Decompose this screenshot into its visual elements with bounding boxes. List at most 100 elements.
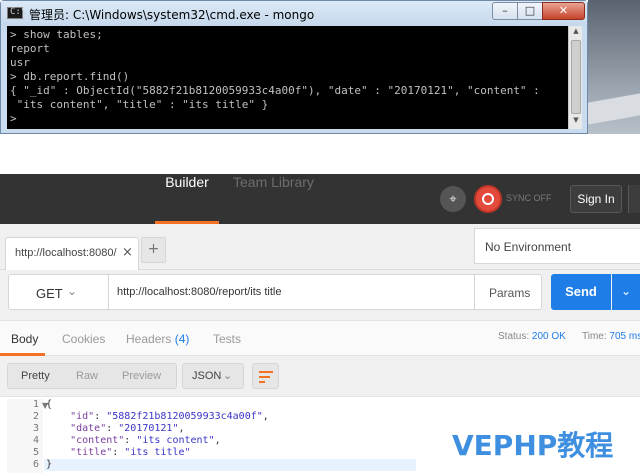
- sign-in-button[interactable]: Sign In: [570, 185, 622, 213]
- cmd-icon: C:\: [7, 7, 27, 19]
- close-tab-icon[interactable]: ×: [122, 245, 133, 260]
- scroll-up-icon[interactable]: ▲: [571, 27, 581, 39]
- tab-headers-label: Headers: [126, 332, 172, 346]
- environment-select[interactable]: No Environment: [474, 228, 640, 264]
- status-label: Status:: [498, 331, 530, 342]
- tab-tests[interactable]: Tests: [213, 332, 241, 346]
- view-pretty[interactable]: Pretty: [21, 370, 50, 382]
- json-key: "date": [70, 423, 107, 434]
- environment-value: No Environment: [485, 240, 572, 254]
- scroll-thumb[interactable]: [571, 40, 581, 114]
- code-line: }: [46, 459, 52, 471]
- scroll-down-icon[interactable]: ▼: [571, 116, 581, 128]
- cmd-title: 管理员: C:\Windows\system32\cmd.exe - mongo: [29, 8, 315, 22]
- console-scrollbar[interactable]: ▲ ▼: [568, 26, 582, 129]
- json-key: "content": [70, 435, 125, 446]
- sync-status: SYNC OFF: [506, 193, 552, 203]
- code-line: {: [46, 399, 52, 411]
- minimize-button[interactable]: –: [492, 2, 518, 20]
- watermark-logo: VEPHP教程: [452, 429, 614, 462]
- tab-headers[interactable]: Headers (4): [126, 332, 189, 346]
- active-line-highlight: [44, 459, 416, 471]
- console-line: > db.report.find(): [10, 70, 130, 83]
- console-output[interactable]: > show tables; report usr > db.report.fi…: [7, 26, 582, 129]
- view-raw[interactable]: Raw: [76, 370, 98, 382]
- line-number: 2: [32, 411, 39, 422]
- json-value: "its content": [136, 435, 215, 446]
- json-value: "its title": [124, 447, 191, 458]
- format-value: JSON: [192, 370, 222, 382]
- code-punct: }: [46, 459, 53, 470]
- headers-count: (4): [174, 332, 190, 346]
- line-number: 3: [32, 423, 39, 434]
- cmd-titlebar[interactable]: C:\ 管理员: C:\Windows\system32\cmd.exe - m…: [1, 1, 587, 26]
- code-punct: :: [106, 423, 119, 434]
- console-line: report: [10, 42, 50, 55]
- url-input[interactable]: http://localhost:8080/report/its title: [108, 274, 475, 310]
- wrap-line-bar: [259, 376, 270, 378]
- maximize-button[interactable]: □: [517, 2, 543, 20]
- json-key: "id": [70, 411, 95, 422]
- method-value: GET: [36, 286, 63, 301]
- chevron-down-icon: ⌄: [223, 369, 233, 382]
- request-tabs-bar: http://localhost:8080/ × + No Environmen…: [0, 224, 640, 270]
- line-number: 6: [32, 459, 39, 470]
- code-punct: :: [112, 447, 125, 458]
- wrap-line-bar: [259, 381, 265, 383]
- cmd-window[interactable]: C:\ 管理员: C:\Windows\system32\cmd.exe - m…: [0, 0, 588, 134]
- line-number: 5: [32, 447, 39, 458]
- chevron-down-icon: ⌄: [67, 284, 78, 298]
- request-tab-label: http://localhost:8080/: [15, 247, 117, 259]
- code-punct: ,: [178, 423, 185, 434]
- params-label: Params: [489, 286, 531, 300]
- cmd-icon-glyph: C:\: [10, 7, 27, 17]
- line-number: 4: [32, 435, 39, 446]
- time-value: 705 ms: [609, 331, 640, 342]
- tab-builder[interactable]: Builder: [155, 174, 219, 224]
- format-select[interactable]: JSON ⌄: [182, 363, 244, 389]
- satellite-icon[interactable]: ⌖: [440, 186, 466, 212]
- line-gutter: 1 2 3 4 5 6 ▼: [7, 399, 48, 473]
- code-line: "id": "5882f21b8120059933c4a00f",: [46, 411, 269, 423]
- send-button[interactable]: Send: [551, 274, 611, 310]
- status-value: 200 OK: [531, 331, 566, 342]
- tab-cookies[interactable]: Cookies: [62, 332, 105, 346]
- response-view-controls: Pretty Raw Preview JSON ⌄: [0, 356, 640, 396]
- json-value: "20170121": [118, 423, 179, 434]
- view-preview[interactable]: Preview: [122, 370, 161, 382]
- line-number: 1: [32, 399, 39, 410]
- params-button[interactable]: Params: [474, 274, 542, 310]
- header-overflow-button[interactable]: [628, 185, 640, 213]
- desktop-ridge: [588, 93, 640, 125]
- method-select[interactable]: GET ⌄: [8, 274, 109, 310]
- code-punct: {: [46, 399, 53, 410]
- json-key: "title": [70, 447, 113, 458]
- url-bar: GET ⌄ http://localhost:8080/report/its t…: [0, 270, 640, 320]
- tab-team-library[interactable]: Team Library: [233, 174, 314, 224]
- url-value: http://localhost:8080/report/its title: [117, 286, 282, 298]
- new-tab-button[interactable]: +: [141, 237, 166, 263]
- console-prompt: >: [10, 112, 17, 125]
- code-line: "title": "its title": [46, 447, 191, 459]
- response-tabs: Body Cookies Headers (4) Tests Status: 2…: [0, 320, 640, 356]
- send-options-chevron-icon[interactable]: ⌄: [612, 274, 640, 310]
- console-line: usr: [10, 56, 30, 69]
- json-value: "5882f21b8120059933c4a00f": [106, 411, 263, 422]
- tab-body[interactable]: Body: [11, 332, 38, 346]
- sync-icon[interactable]: [474, 185, 502, 213]
- time-label: Time:: [582, 331, 607, 342]
- code-punct: ,: [262, 411, 269, 422]
- wrap-lines-icon[interactable]: [252, 363, 279, 389]
- postman-header: Builder Team Library ⌖ SYNC OFF Sign In: [0, 174, 640, 224]
- separator-space: [0, 134, 640, 174]
- request-tab[interactable]: http://localhost:8080/ ×: [5, 237, 139, 270]
- close-button[interactable]: ✕: [542, 2, 585, 20]
- console-line: { "_id" : ObjectId("5882f21b8120059933c4…: [10, 84, 540, 97]
- console-line: > show tables;: [10, 28, 103, 41]
- console-text: > show tables; report usr > db.report.fi…: [7, 26, 582, 126]
- code-punct: :: [94, 411, 107, 422]
